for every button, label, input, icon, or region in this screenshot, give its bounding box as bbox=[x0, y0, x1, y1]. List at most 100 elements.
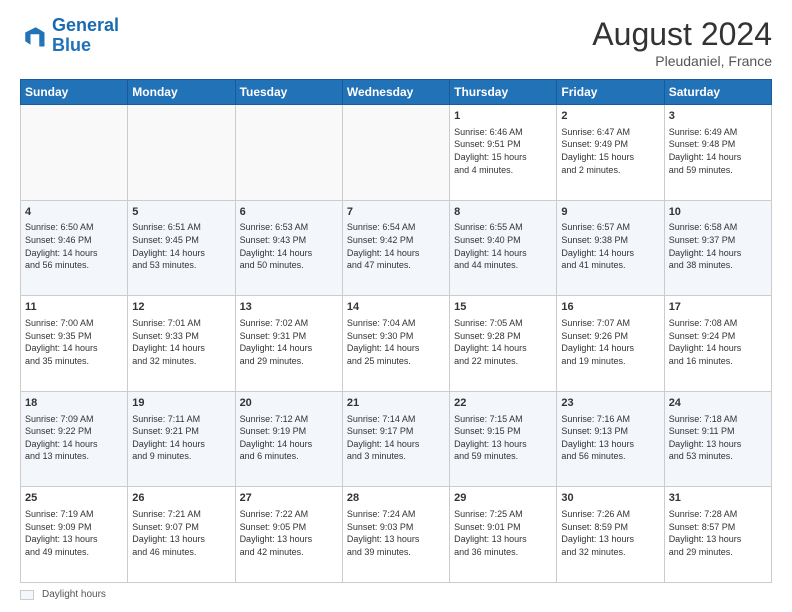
day-info: Sunrise: 6:58 AM Sunset: 9:37 PM Dayligh… bbox=[669, 221, 767, 271]
day-info: Sunrise: 7:25 AM Sunset: 9:01 PM Dayligh… bbox=[454, 508, 552, 558]
table-row: 21 Sunrise: 7:14 AM Sunset: 9:17 PM Dayli… bbox=[342, 391, 449, 487]
day-number: 28 bbox=[347, 491, 445, 506]
table-row: 8Sunrise: 6:55 AM Sunset: 9:40 PM Daylig… bbox=[450, 200, 557, 296]
day-number: 31 bbox=[669, 491, 767, 506]
day-info: Sunrise: 7:18 AM Sunset: 9:11 PM Dayligh… bbox=[669, 413, 767, 463]
table-row: 11 Sunrise: 7:00 AM Sunset: 9:35 PM Dayli… bbox=[21, 296, 128, 392]
table-row: 15Sunrise: 7:05 AM Sunset: 9:28 PM Dayli… bbox=[450, 296, 557, 392]
day-number: 1 bbox=[454, 109, 552, 124]
footer-label: Daylight hours bbox=[42, 589, 106, 600]
table-row bbox=[342, 105, 449, 201]
day-info: Sunrise: 6:54 AM Sunset: 9:42 PM Dayligh… bbox=[347, 221, 445, 271]
day-number: 11 bbox=[25, 300, 123, 315]
table-row: 6Sunrise: 6:53 AM Sunset: 9:43 PM Daylig… bbox=[235, 200, 342, 296]
generalblue-logo-icon bbox=[20, 22, 48, 50]
logo: General Blue bbox=[20, 16, 119, 56]
day-number: 8 bbox=[454, 205, 552, 220]
table-row: 29 Sunrise: 7:25 AM Sunset: 9:01 PM Dayli… bbox=[450, 487, 557, 583]
day-info: Sunrise: 6:57 AM Sunset: 9:38 PM Dayligh… bbox=[561, 221, 659, 271]
day-number: 29 bbox=[454, 491, 552, 506]
col-saturday: Saturday bbox=[664, 80, 771, 105]
day-number: 19 bbox=[132, 396, 230, 411]
day-info: Sunrise: 7:22 AM Sunset: 9:05 PM Dayligh… bbox=[240, 508, 338, 558]
day-info: Sunrise: 7:21 AM Sunset: 9:07 PM Dayligh… bbox=[132, 508, 230, 558]
table-row: 13Sunrise: 7:02 AM Sunset: 9:31 PM Dayli… bbox=[235, 296, 342, 392]
day-info: Sunrise: 6:47 AM Sunset: 9:49 PM Dayligh… bbox=[561, 126, 659, 176]
day-info: Sunrise: 7:07 AM Sunset: 9:26 PM Dayligh… bbox=[561, 317, 659, 367]
table-row: 25 Sunrise: 7:19 AM Sunset: 9:09 PM Dayli… bbox=[21, 487, 128, 583]
day-number: 18 bbox=[25, 396, 123, 411]
logo-general: General bbox=[52, 15, 119, 35]
day-number: 12 bbox=[132, 300, 230, 315]
title-area: August 2024 Pleudaniel, France bbox=[592, 16, 772, 69]
day-number: 3 bbox=[669, 109, 767, 124]
day-number: 7 bbox=[347, 205, 445, 220]
day-info: Sunrise: 7:14 AM Sunset: 9:17 PM Dayligh… bbox=[347, 413, 445, 463]
table-row: 9Sunrise: 6:57 AM Sunset: 9:38 PM Daylig… bbox=[557, 200, 664, 296]
table-row: 26Sunrise: 7:21 AM Sunset: 9:07 PM Dayli… bbox=[128, 487, 235, 583]
day-number: 2 bbox=[561, 109, 659, 124]
col-thursday: Thursday bbox=[450, 80, 557, 105]
location: Pleudaniel, France bbox=[592, 53, 772, 69]
col-tuesday: Tuesday bbox=[235, 80, 342, 105]
day-number: 25 bbox=[25, 491, 123, 506]
day-info: Sunrise: 6:46 AM Sunset: 9:51 PM Dayligh… bbox=[454, 126, 552, 176]
day-info: Sunrise: 7:12 AM Sunset: 9:19 PM Dayligh… bbox=[240, 413, 338, 463]
logo-blue: Blue bbox=[52, 35, 91, 55]
table-row: 14 Sunrise: 7:04 AM Sunset: 9:30 PM Dayli… bbox=[342, 296, 449, 392]
day-info: Sunrise: 7:28 AM Sunset: 8:57 PM Dayligh… bbox=[669, 508, 767, 558]
table-row: 27Sunrise: 7:22 AM Sunset: 9:05 PM Dayli… bbox=[235, 487, 342, 583]
table-row: 31 Sunrise: 7:28 AM Sunset: 8:57 PM Dayli… bbox=[664, 487, 771, 583]
page: General Blue August 2024 Pleudaniel, Fra… bbox=[0, 0, 792, 612]
day-info: Sunrise: 7:11 AM Sunset: 9:21 PM Dayligh… bbox=[132, 413, 230, 463]
calendar-table: Sunday Monday Tuesday Wednesday Thursday… bbox=[20, 79, 772, 583]
table-row: 5Sunrise: 6:51 AM Sunset: 9:45 PM Daylig… bbox=[128, 200, 235, 296]
table-row: 1 Sunrise: 6:46 AM Sunset: 9:51 PM Daylig… bbox=[450, 105, 557, 201]
table-row bbox=[235, 105, 342, 201]
day-info: Sunrise: 7:09 AM Sunset: 9:22 PM Dayligh… bbox=[25, 413, 123, 463]
day-info: Sunrise: 6:53 AM Sunset: 9:43 PM Dayligh… bbox=[240, 221, 338, 271]
calendar-week-row: 11 Sunrise: 7:00 AM Sunset: 9:35 PM Dayli… bbox=[21, 296, 772, 392]
day-number: 30 bbox=[561, 491, 659, 506]
day-info: Sunrise: 7:19 AM Sunset: 9:09 PM Dayligh… bbox=[25, 508, 123, 558]
day-number: 22 bbox=[454, 396, 552, 411]
day-info: Sunrise: 6:49 AM Sunset: 9:48 PM Dayligh… bbox=[669, 126, 767, 176]
day-number: 24 bbox=[669, 396, 767, 411]
day-info: Sunrise: 6:51 AM Sunset: 9:45 PM Dayligh… bbox=[132, 221, 230, 271]
table-row: 23Sunrise: 7:16 AM Sunset: 9:13 PM Dayli… bbox=[557, 391, 664, 487]
day-number: 5 bbox=[132, 205, 230, 220]
day-info: Sunrise: 7:15 AM Sunset: 9:15 PM Dayligh… bbox=[454, 413, 552, 463]
day-info: Sunrise: 7:08 AM Sunset: 9:24 PM Dayligh… bbox=[669, 317, 767, 367]
daylight-box bbox=[20, 590, 34, 600]
table-row: 19 Sunrise: 7:11 AM Sunset: 9:21 PM Dayli… bbox=[128, 391, 235, 487]
calendar-week-row: 1 Sunrise: 6:46 AM Sunset: 9:51 PM Daylig… bbox=[21, 105, 772, 201]
day-number: 6 bbox=[240, 205, 338, 220]
table-row: 20 Sunrise: 7:12 AM Sunset: 9:19 PM Dayli… bbox=[235, 391, 342, 487]
month-year: August 2024 bbox=[592, 16, 772, 53]
table-row: 2 Sunrise: 6:47 AM Sunset: 9:49 PM Daylig… bbox=[557, 105, 664, 201]
col-friday: Friday bbox=[557, 80, 664, 105]
day-info: Sunrise: 7:01 AM Sunset: 9:33 PM Dayligh… bbox=[132, 317, 230, 367]
day-number: 4 bbox=[25, 205, 123, 220]
day-info: Sunrise: 7:00 AM Sunset: 9:35 PM Dayligh… bbox=[25, 317, 123, 367]
day-number: 15 bbox=[454, 300, 552, 315]
day-info: Sunrise: 7:16 AM Sunset: 9:13 PM Dayligh… bbox=[561, 413, 659, 463]
footer: Daylight hours bbox=[20, 589, 772, 600]
calendar-week-row: 18 Sunrise: 7:09 AM Sunset: 9:22 PM Dayli… bbox=[21, 391, 772, 487]
table-row bbox=[128, 105, 235, 201]
table-row: 24 Sunrise: 7:18 AM Sunset: 9:11 PM Dayli… bbox=[664, 391, 771, 487]
day-info: Sunrise: 6:50 AM Sunset: 9:46 PM Dayligh… bbox=[25, 221, 123, 271]
table-row: 3 Sunrise: 6:49 AM Sunset: 9:48 PM Daylig… bbox=[664, 105, 771, 201]
table-row bbox=[21, 105, 128, 201]
day-info: Sunrise: 7:04 AM Sunset: 9:30 PM Dayligh… bbox=[347, 317, 445, 367]
day-number: 13 bbox=[240, 300, 338, 315]
day-number: 14 bbox=[347, 300, 445, 315]
day-number: 17 bbox=[669, 300, 767, 315]
day-number: 20 bbox=[240, 396, 338, 411]
day-info: Sunrise: 6:55 AM Sunset: 9:40 PM Dayligh… bbox=[454, 221, 552, 271]
day-info: Sunrise: 7:24 AM Sunset: 9:03 PM Dayligh… bbox=[347, 508, 445, 558]
day-number: 21 bbox=[347, 396, 445, 411]
table-row: 17 Sunrise: 7:08 AM Sunset: 9:24 PM Dayli… bbox=[664, 296, 771, 392]
col-monday: Monday bbox=[128, 80, 235, 105]
table-row: 4Sunrise: 6:50 AM Sunset: 9:46 PM Daylig… bbox=[21, 200, 128, 296]
